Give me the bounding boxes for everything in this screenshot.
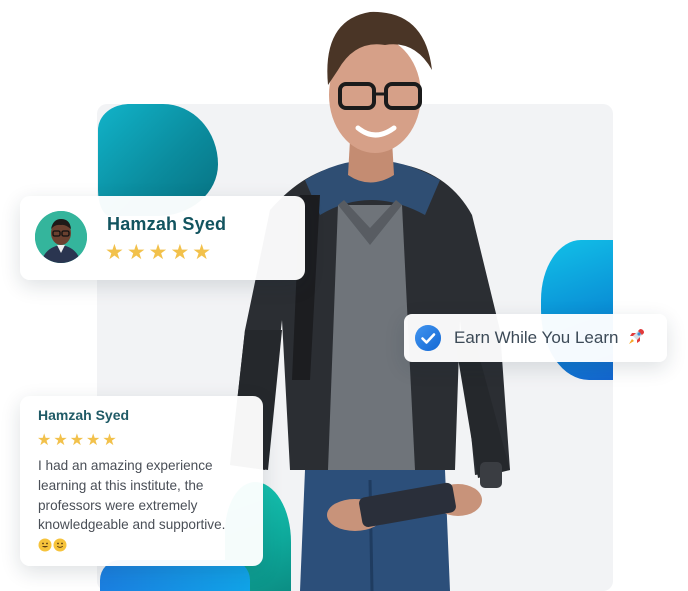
reviewer-name: Hamzah Syed [38, 407, 130, 423]
earn-while-you-learn-badge: Earn While You Learn [404, 314, 667, 362]
review-text: I had an amazing experience learning at … [38, 458, 226, 533]
avatar [35, 211, 87, 263]
rating-stars: ★★★★★ [105, 241, 215, 264]
smile-emoji-icons [38, 538, 67, 552]
badge-text: Earn While You Learn [454, 328, 619, 347]
check-badge-icon [415, 325, 441, 351]
hero-illustration: Hamzah Syed ★★★★★ Earn While You Learn H… [0, 0, 688, 591]
profile-name: Hamzah Syed [107, 214, 227, 234]
review-stars: ★★★★★ [37, 432, 119, 449]
review-card: Hamzah Syed ★★★★★ I had an amazing exper… [20, 396, 263, 566]
profile-card: Hamzah Syed ★★★★★ [20, 196, 305, 280]
rocket-icon [629, 329, 644, 344]
